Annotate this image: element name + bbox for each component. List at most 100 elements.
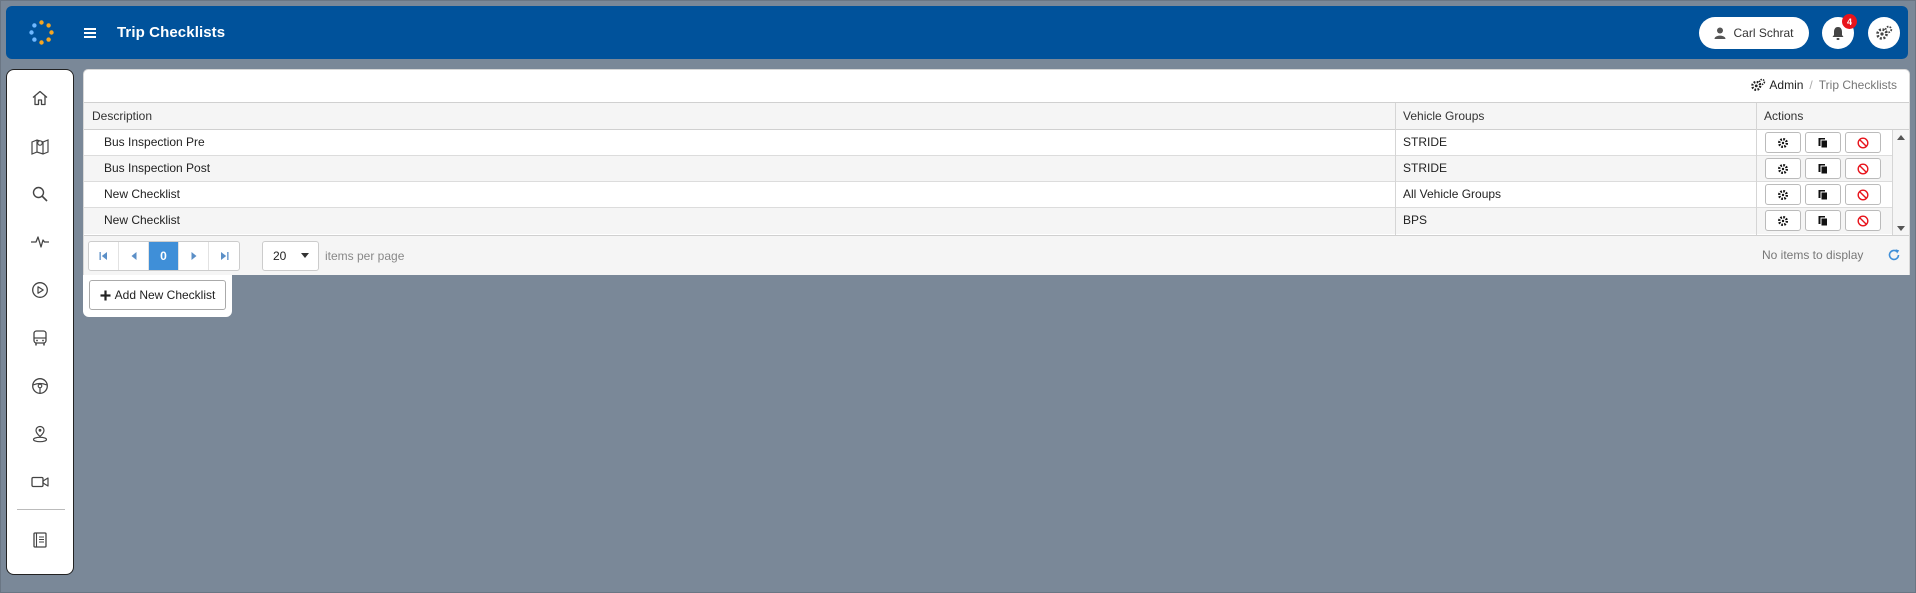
grid-pager: 0 20 items per page No items to display bbox=[84, 235, 1909, 275]
sidebar-item-vehicles[interactable] bbox=[7, 320, 73, 356]
table-row[interactable]: New Checklist BPS bbox=[84, 208, 1892, 234]
sidebar-item-reports[interactable] bbox=[7, 522, 73, 558]
user-menu-button[interactable]: Carl Schrat bbox=[1699, 17, 1809, 49]
gear-icon bbox=[1777, 215, 1789, 227]
notifications-button[interactable]: 4 bbox=[1822, 14, 1857, 49]
row-actions bbox=[1765, 210, 1881, 231]
row-vehicle-groups: All Vehicle Groups bbox=[1403, 187, 1502, 201]
last-page-icon bbox=[220, 252, 229, 260]
settings-button[interactable] bbox=[1868, 17, 1900, 49]
next-page-icon bbox=[191, 252, 197, 260]
sidebar bbox=[6, 69, 74, 575]
sidebar-item-playback[interactable] bbox=[7, 272, 73, 308]
edit-button[interactable] bbox=[1765, 158, 1801, 179]
last-page-button[interactable] bbox=[209, 242, 239, 270]
video-camera-icon bbox=[30, 473, 50, 491]
breadcrumb-current: Trip Checklists bbox=[1818, 78, 1897, 92]
add-new-checklist-label: Add New Checklist bbox=[114, 288, 216, 302]
page-size-value: 20 bbox=[273, 249, 287, 263]
current-page-button[interactable]: 0 bbox=[149, 242, 179, 270]
app-logo-icon[interactable] bbox=[28, 19, 55, 46]
plus-icon bbox=[100, 290, 111, 301]
sidebar-item-activity[interactable] bbox=[7, 224, 73, 260]
table-row[interactable]: New Checklist All Vehicle Groups bbox=[84, 182, 1892, 208]
copy-button[interactable] bbox=[1805, 184, 1841, 205]
row-actions bbox=[1765, 184, 1881, 205]
pager-buttons: 0 bbox=[88, 241, 240, 271]
breadcrumb-separator: / bbox=[1809, 78, 1813, 92]
top-bar: Trip Checklists Carl Schrat 4 bbox=[6, 6, 1908, 59]
add-new-checklist-button[interactable]: Add New Checklist bbox=[89, 280, 226, 310]
sidebar-item-map[interactable] bbox=[7, 128, 73, 164]
edit-button[interactable] bbox=[1765, 132, 1801, 153]
sidebar-item-locations[interactable] bbox=[7, 416, 73, 452]
scroll-down-icon[interactable] bbox=[1897, 226, 1905, 231]
add-checklist-area: Add New Checklist bbox=[83, 275, 232, 317]
caret-down-icon bbox=[301, 253, 309, 258]
page-size-select[interactable]: 20 bbox=[262, 241, 319, 271]
prev-page-icon bbox=[131, 252, 137, 260]
gear-icon bbox=[1777, 163, 1789, 175]
ban-icon bbox=[1857, 136, 1869, 149]
row-vehicle-groups: BPS bbox=[1403, 213, 1428, 227]
pulse-icon bbox=[30, 233, 50, 251]
sidebar-divider bbox=[17, 509, 65, 510]
first-page-button[interactable] bbox=[89, 242, 119, 270]
ban-icon bbox=[1857, 162, 1869, 175]
ban-icon bbox=[1857, 188, 1869, 201]
play-icon bbox=[31, 281, 49, 299]
row-actions bbox=[1765, 158, 1881, 179]
column-header-description[interactable]: Description bbox=[84, 103, 152, 129]
copy-icon bbox=[1817, 215, 1829, 227]
main-panel: Admin / Trip Checklists Description Vehi… bbox=[83, 69, 1910, 275]
table-row[interactable]: Bus Inspection Post STRIDE bbox=[84, 156, 1892, 182]
copy-icon bbox=[1817, 163, 1829, 175]
notification-badge: 4 bbox=[1842, 14, 1857, 29]
prev-page-button[interactable] bbox=[119, 242, 149, 270]
table-row[interactable]: Bus Inspection Pre STRIDE bbox=[84, 130, 1892, 156]
delete-button[interactable] bbox=[1845, 210, 1881, 231]
copy-icon bbox=[1817, 137, 1829, 149]
row-description: Bus Inspection Post bbox=[104, 161, 211, 175]
sidebar-item-drivers[interactable] bbox=[7, 368, 73, 404]
row-actions bbox=[1765, 132, 1881, 153]
delete-button[interactable] bbox=[1845, 132, 1881, 153]
search-icon bbox=[31, 185, 49, 203]
hamburger-menu-icon[interactable] bbox=[78, 23, 102, 43]
refresh-icon[interactable] bbox=[1887, 248, 1901, 262]
bell-icon bbox=[1831, 26, 1845, 41]
sidebar-item-video[interactable] bbox=[7, 464, 73, 500]
column-header-vehicle-groups[interactable]: Vehicle Groups bbox=[1395, 103, 1484, 129]
copy-button[interactable] bbox=[1805, 132, 1841, 153]
breadcrumb: Admin / Trip Checklists bbox=[1750, 78, 1897, 92]
copy-button[interactable] bbox=[1805, 210, 1841, 231]
row-description: New Checklist bbox=[104, 187, 181, 201]
steering-wheel-icon bbox=[31, 377, 49, 395]
map-icon bbox=[30, 137, 50, 155]
sidebar-item-search[interactable] bbox=[7, 176, 73, 212]
gears-icon bbox=[1875, 25, 1893, 41]
first-page-icon bbox=[99, 252, 108, 260]
gear-icon bbox=[1777, 137, 1789, 149]
breadcrumb-admin-link[interactable]: Admin bbox=[1750, 78, 1803, 92]
checklist-grid: Description Vehicle Groups Actions Bus I… bbox=[84, 102, 1909, 237]
pager-status: No items to display bbox=[1762, 248, 1864, 262]
copy-icon bbox=[1817, 189, 1829, 201]
bus-icon bbox=[31, 329, 49, 347]
row-description: New Checklist bbox=[104, 213, 181, 227]
grid-scrollbar[interactable] bbox=[1892, 130, 1909, 236]
edit-button[interactable] bbox=[1765, 184, 1801, 205]
delete-button[interactable] bbox=[1845, 158, 1881, 179]
row-vehicle-groups: STRIDE bbox=[1403, 135, 1448, 149]
next-page-button[interactable] bbox=[179, 242, 209, 270]
copy-button[interactable] bbox=[1805, 158, 1841, 179]
edit-button[interactable] bbox=[1765, 210, 1801, 231]
delete-button[interactable] bbox=[1845, 184, 1881, 205]
column-header-actions: Actions bbox=[1764, 109, 1804, 123]
sidebar-item-home[interactable] bbox=[7, 80, 73, 116]
scroll-up-icon[interactable] bbox=[1897, 135, 1905, 140]
column-divider bbox=[1395, 103, 1396, 236]
user-icon bbox=[1714, 27, 1726, 39]
row-vehicle-groups: STRIDE bbox=[1403, 161, 1448, 175]
row-description: Bus Inspection Pre bbox=[104, 135, 205, 149]
